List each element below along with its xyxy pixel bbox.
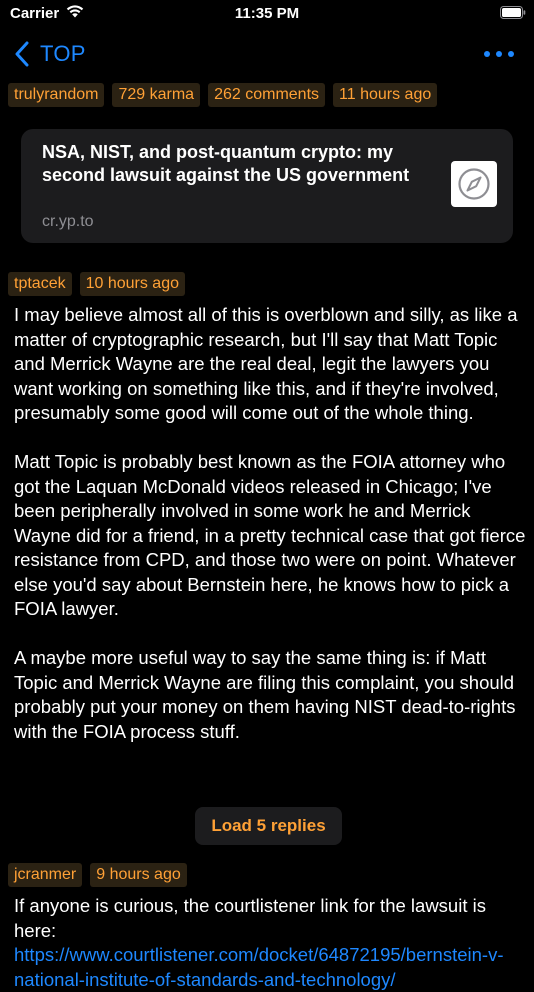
comment-body: If anyone is curious, the courtlistener … [14,894,526,992]
load-replies-button[interactable]: Load 5 replies [195,807,342,845]
comment-paragraph: I may believe almost all of this is over… [14,304,518,423]
comment-meta: tptacek 10 hours ago [8,272,185,296]
comment-text: If anyone is curious, the courtlistener … [14,895,486,941]
comment-paragraph: A maybe more useful way to say the same … [14,647,516,742]
comment-time: 10 hours ago [79,272,185,296]
link-domain: cr.yp.to [42,213,94,230]
comment-paragraph: Matt Topic is probably best known as the… [14,451,526,619]
safari-compass-icon [451,161,497,207]
chevron-left-icon [15,41,29,67]
back-button-label: TOP [40,41,86,66]
post-comments-count: 262 comments [208,83,326,107]
link-title: NSA, NIST, and post-quantum crypto: my s… [42,142,410,185]
link-card[interactable]: NSA, NIST, and post-quantum crypto: my s… [21,129,513,243]
status-time: 11:35 PM [234,5,300,22]
more-ellipsis-icon[interactable] [484,44,514,64]
post-time: 11 hours ago [333,83,438,107]
comment-time: 9 hours ago [90,863,187,887]
comment-author[interactable]: tptacek [8,272,72,296]
post-meta: trulyrandom 729 karma 262 comments 11 ho… [8,83,438,107]
post-karma: 729 karma [112,83,201,107]
courtlistener-link[interactable]: https://www.courtlistener.com/docket/648… [14,944,503,990]
back-button[interactable]: TOP [14,39,86,69]
comment-author[interactable]: jcranmer [8,863,83,887]
battery-icon [500,6,526,19]
navigation-bar: TOP [0,36,534,72]
status-bar: Carrier 11:35 PM [0,0,534,28]
post-author[interactable]: trulyrandom [8,83,105,107]
comment-body: I may believe almost all of this is over… [14,303,526,744]
comment-meta: jcranmer 9 hours ago [8,863,187,887]
